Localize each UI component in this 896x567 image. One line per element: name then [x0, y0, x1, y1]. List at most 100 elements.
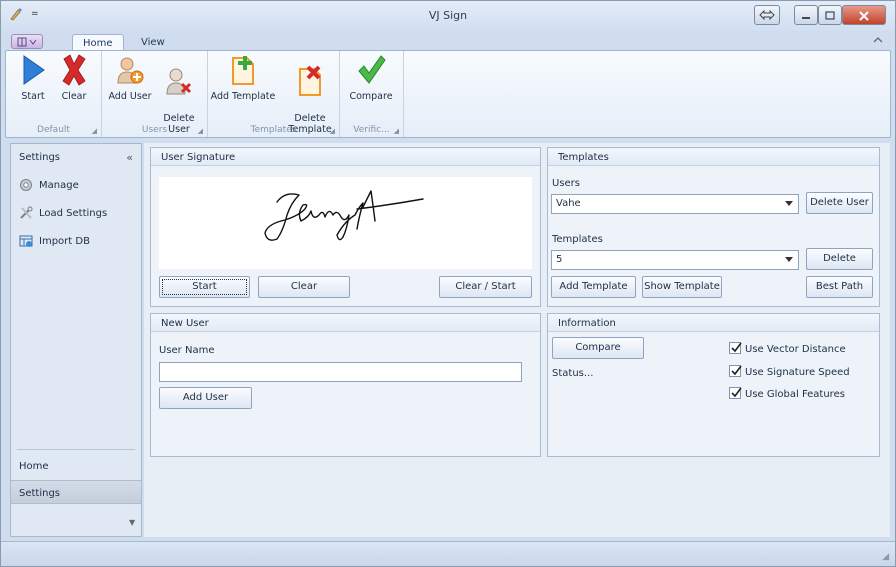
checkbox-box [729, 365, 742, 377]
signature-canvas[interactable] [159, 177, 532, 269]
user-signature-header: User Signature [151, 148, 540, 166]
ribbon-group-users: Add User Delete User Users ◢ [102, 51, 208, 137]
maximize-button[interactable] [818, 5, 842, 25]
ribbon-tab-row: Home View [1, 31, 895, 52]
new-user-header: New User [151, 314, 540, 332]
group-label-templates: Templates ◢ [208, 125, 339, 135]
ribbon-group-templates: Add Template Delete Template Templates ◢ [208, 51, 340, 137]
restore-arrows-button[interactable] [754, 5, 780, 25]
status-text: Status... [552, 368, 594, 379]
handwritten-signature [264, 190, 424, 241]
group-label-users: Users ◢ [102, 125, 207, 135]
nav-item-import-db[interactable]: Import DB [19, 234, 90, 252]
add-template-button-label: Add Template [210, 91, 276, 102]
close-button[interactable] [842, 5, 886, 25]
delete-user-form-button[interactable]: Delete User [806, 192, 873, 214]
nav-item-import-db-label: Import DB [39, 236, 90, 247]
nav-bottom-settings[interactable]: Settings [11, 480, 141, 504]
checkmark-icon [731, 342, 742, 353]
checkmark-icon [731, 387, 742, 398]
group-label-default-text: Default [37, 125, 70, 135]
ribbon-collapse-chevron-icon[interactable] [873, 36, 883, 47]
users-dropdown-value: Vahe [556, 198, 581, 209]
dialog-launcher-icon[interactable]: ◢ [92, 127, 97, 135]
start-button-label: Start [21, 91, 45, 102]
add-user-button[interactable]: Add User [106, 53, 154, 102]
dialog-launcher-icon[interactable]: ◢ [330, 127, 335, 135]
templates-dropdown[interactable]: 5 [551, 250, 799, 270]
group-label-verification-text: Verific... [353, 125, 390, 135]
clear-button[interactable]: Clear [56, 53, 92, 102]
compare-ribbon-button-label: Compare [349, 91, 393, 102]
best-path-button[interactable]: Best Path [806, 276, 873, 298]
red-x-icon [62, 54, 86, 86]
checkmark-icon [358, 55, 386, 84]
dialog-launcher-icon[interactable]: ◢ [394, 127, 399, 135]
add-template-button[interactable]: Add Template [210, 53, 276, 102]
delete-user-button[interactable]: Delete User [158, 53, 200, 135]
compare-ribbon-button[interactable]: Compare [346, 53, 396, 102]
user-name-input[interactable] [159, 362, 522, 382]
navigation-pane: Settings « Manage Load Settings Import D… [10, 143, 142, 537]
add-template-icon [232, 56, 254, 85]
nav-separator [17, 449, 135, 450]
clear-button-label: Clear [61, 91, 87, 102]
app-window: = VJ Sign Home View Start Clear Default … [0, 0, 896, 567]
users-dropdown[interactable]: Vahe [551, 194, 799, 214]
tools-icon [19, 206, 33, 220]
play-icon [23, 55, 45, 85]
nav-header: Settings « [11, 144, 141, 170]
ribbon-group-verification: Compare Verific... ◢ [340, 51, 404, 137]
group-label-templates-text: Templates [250, 125, 297, 135]
chevron-down-icon [785, 257, 793, 262]
ribbon: Start Clear Default ◢ Add User Delete Use… [5, 50, 891, 138]
delete-user-icon [166, 68, 192, 95]
use-signature-speed-label: Use Signature Speed [745, 367, 850, 378]
application-menu-button[interactable] [11, 34, 43, 49]
nav-collapse-icon[interactable]: « [126, 151, 133, 164]
use-global-features-label: Use Global Features [745, 389, 845, 400]
users-label: Users [552, 178, 581, 189]
nav-item-manage[interactable]: Manage [19, 178, 79, 196]
show-template-button[interactable]: Show Template [642, 276, 722, 298]
nav-item-load-settings[interactable]: Load Settings [19, 206, 107, 224]
information-panel: Information [547, 313, 880, 457]
delete-template-form-button[interactable]: Delete [806, 248, 873, 270]
use-global-features-checkbox[interactable]: Use Global Features [729, 387, 845, 401]
templates-label: Templates [552, 234, 603, 245]
signature-start-button[interactable]: Start [159, 276, 250, 298]
nav-item-manage-label: Manage [39, 180, 79, 191]
add-user-button-label: Add User [108, 91, 152, 102]
group-label-users-text: Users [141, 125, 168, 135]
dialog-launcher-icon[interactable]: ◢ [198, 127, 203, 135]
information-header: Information [548, 314, 879, 332]
checkbox-box [729, 387, 742, 399]
resize-grip-icon[interactable]: ◢ [882, 552, 889, 562]
ribbon-group-default: Start Clear Default ◢ [6, 51, 102, 137]
use-signature-speed-checkbox[interactable]: Use Signature Speed [729, 365, 850, 379]
nav-overflow-chevron-icon[interactable]: ▼ [129, 518, 135, 527]
use-vector-distance-checkbox[interactable]: Use Vector Distance [729, 342, 846, 356]
status-bar: ◢ [1, 541, 895, 566]
checkbox-box [729, 342, 742, 354]
nav-item-load-settings-label: Load Settings [39, 208, 108, 219]
clear-start-button[interactable]: Clear / Start [439, 276, 532, 298]
compare-button[interactable]: Compare [552, 337, 644, 359]
gear-icon [19, 178, 33, 192]
delete-template-icon [299, 65, 321, 96]
title-bar: = VJ Sign [1, 1, 895, 31]
signature-clear-button[interactable]: Clear [258, 276, 350, 298]
user-name-label: User Name [159, 345, 215, 356]
start-button[interactable]: Start [16, 53, 50, 102]
add-template-form-button[interactable]: Add Template [551, 276, 636, 298]
group-label-verification: Verific... ◢ [340, 125, 403, 135]
minimize-button[interactable] [794, 5, 818, 25]
templates-header: Templates [548, 148, 879, 166]
nav-header-title: Settings [19, 152, 61, 163]
chevron-down-icon [785, 201, 793, 206]
add-user-icon [117, 57, 144, 84]
nav-bottom-home[interactable]: Home [11, 454, 141, 478]
delete-template-button[interactable]: Delete Template [284, 53, 336, 135]
templates-dropdown-value: 5 [556, 254, 563, 265]
add-user-form-button[interactable]: Add User [159, 387, 252, 409]
